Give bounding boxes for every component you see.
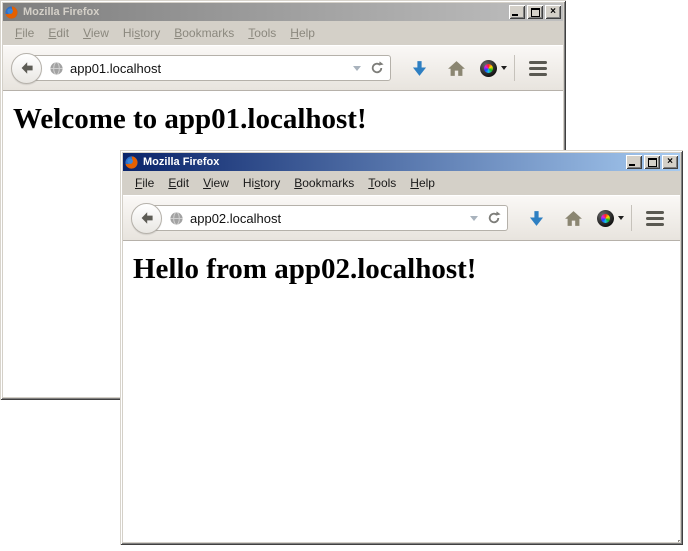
titlebar[interactable]: Mozilla Firefox × xyxy=(123,153,680,171)
url-dropdown-icon[interactable] xyxy=(470,216,478,221)
maximize-button[interactable] xyxy=(644,155,660,169)
minimize-button[interactable] xyxy=(509,5,525,19)
minimize-icon xyxy=(512,14,518,16)
menu-item-edit[interactable]: Edit xyxy=(41,23,76,43)
titlebar[interactable]: Mozilla Firefox × xyxy=(3,3,563,21)
colorwheel-caret-icon xyxy=(618,216,624,220)
maximize-button[interactable] xyxy=(527,5,543,19)
menu-item-bookmarks[interactable]: Bookmarks xyxy=(287,173,361,193)
toolbar-icons xyxy=(518,205,672,231)
page-heading: Welcome to app01.localhost! xyxy=(13,103,563,136)
colorwheel-sphere xyxy=(480,60,497,77)
menu-item-edit[interactable]: Edit xyxy=(161,173,196,193)
reload-icon[interactable] xyxy=(487,211,501,225)
menu-bar: FileEditViewHistoryBookmarksToolsHelp xyxy=(123,171,680,195)
app-menu-icon[interactable] xyxy=(529,61,547,76)
browser-window-app02: Mozilla Firefox × FileEditViewHistoryBoo… xyxy=(120,150,683,545)
menu-item-file[interactable]: File xyxy=(128,173,161,193)
back-button[interactable] xyxy=(11,53,42,84)
navigation-toolbar: app01.localhost xyxy=(3,45,563,91)
back-arrow-icon xyxy=(139,210,155,226)
page-content: Hello from app02.localhost! xyxy=(123,241,680,542)
colorwheel-addon-icon[interactable] xyxy=(592,210,629,227)
home-icon[interactable] xyxy=(438,60,475,77)
colorwheel-addon-icon[interactable] xyxy=(475,60,512,77)
menu-item-help[interactable]: Help xyxy=(283,23,322,43)
menu-item-view[interactable]: View xyxy=(196,173,236,193)
menu-item-tools[interactable]: Tools xyxy=(241,23,283,43)
minimize-button[interactable] xyxy=(626,155,642,169)
colorwheel-caret-icon xyxy=(501,66,507,70)
window-controls: × xyxy=(626,155,678,169)
home-icon[interactable] xyxy=(555,210,592,227)
url-bar[interactable]: app01.localhost xyxy=(26,55,391,81)
window-title: Mozilla Firefox xyxy=(23,6,505,18)
resize-grip-icon[interactable] xyxy=(674,536,676,538)
navigation-toolbar: app02.localhost xyxy=(123,195,680,241)
url-text[interactable]: app02.localhost xyxy=(190,211,281,226)
menu-item-tools[interactable]: Tools xyxy=(361,173,403,193)
url-dropdown-icon[interactable] xyxy=(353,66,361,71)
download-icon[interactable] xyxy=(401,59,438,78)
back-arrow-icon xyxy=(19,60,35,76)
site-identity-globe-icon[interactable] xyxy=(49,61,64,76)
colorwheel-sphere xyxy=(597,210,614,227)
firefox-icon xyxy=(125,155,139,169)
page-heading: Hello from app02.localhost! xyxy=(133,253,680,286)
download-icon[interactable] xyxy=(518,209,555,228)
app-menu-icon[interactable] xyxy=(646,211,664,226)
menu-item-help[interactable]: Help xyxy=(403,173,442,193)
menu-bar: FileEditViewHistoryBookmarksToolsHelp xyxy=(3,21,563,45)
toolbar-separator xyxy=(631,205,632,231)
menu-item-view[interactable]: View xyxy=(76,23,116,43)
menu-item-file[interactable]: File xyxy=(8,23,41,43)
minimize-icon xyxy=(629,164,635,166)
site-identity-globe-icon[interactable] xyxy=(169,211,184,226)
close-button[interactable]: × xyxy=(662,155,678,169)
maximize-icon xyxy=(648,158,657,167)
window-controls: × xyxy=(509,5,561,19)
url-bar[interactable]: app02.localhost xyxy=(146,205,508,231)
url-text[interactable]: app01.localhost xyxy=(70,61,161,76)
close-button[interactable]: × xyxy=(545,5,561,19)
window-title: Mozilla Firefox xyxy=(143,156,622,168)
toolbar-icons xyxy=(401,55,555,81)
maximize-icon xyxy=(531,8,540,17)
reload-icon[interactable] xyxy=(370,61,384,75)
firefox-icon xyxy=(5,5,19,19)
menu-item-bookmarks[interactable]: Bookmarks xyxy=(167,23,241,43)
menu-item-history[interactable]: History xyxy=(116,23,167,43)
back-button[interactable] xyxy=(131,203,162,234)
menu-item-history[interactable]: History xyxy=(236,173,287,193)
toolbar-separator xyxy=(514,55,515,81)
